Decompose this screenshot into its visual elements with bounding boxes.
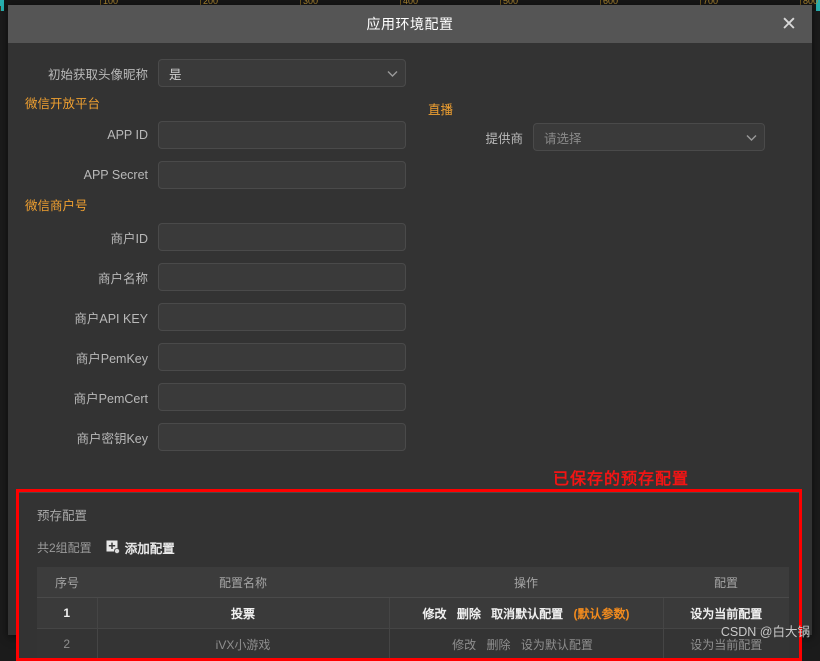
column-header-ops: 操作 [389, 567, 663, 598]
cell-operations: 修改 删除 设为默认配置 [389, 628, 664, 660]
field-label: APP Secret [83, 168, 148, 182]
form-row-avatar-nickname: 初始获取头像昵称 是 [8, 53, 428, 93]
op-delete[interactable]: 删除 [486, 638, 510, 652]
table-header-row: 序号 配置名称 操作 配置 [37, 567, 789, 598]
form-row-merchant-api-key: 商户API KEY [8, 297, 428, 337]
section-label-wechat-merchant: 微信商户号 [25, 199, 88, 213]
field-placeholder: 请选择 [544, 131, 582, 146]
preset-toolbar: 共2组配置 添加配置 [19, 524, 799, 558]
merchant-pemcert-input[interactable] [158, 383, 406, 411]
avatar-nickname-select[interactable]: 是 [158, 59, 406, 87]
field-label: 商户ID [110, 231, 148, 246]
column-header-seq: 序号 [37, 567, 97, 598]
form-row-merchant-id: 商户ID [8, 217, 428, 257]
op-delete[interactable]: 删除 [457, 607, 481, 621]
app-id-input[interactable] [158, 121, 406, 149]
table-row: 2 iVX小游戏 修改 删除 设为默认配置 设为当前配置 [37, 628, 789, 660]
provider-select[interactable]: 请选择 [533, 123, 765, 151]
merchant-secret-key-input[interactable] [158, 423, 406, 451]
merchant-name-input[interactable] [158, 263, 406, 291]
op-default-note: (默认参数) [573, 606, 630, 621]
dialog-titlebar: 应用环境配置 ✕ [8, 5, 812, 43]
form-row-merchant-pemcert: 商户PemCert [8, 377, 428, 417]
add-config-button[interactable]: 添加配置 [106, 538, 175, 557]
cell-operations: 修改 删除 取消默认配置 (默认参数) [389, 597, 664, 629]
op-edit[interactable]: 修改 [422, 607, 446, 621]
op-unset-default[interactable]: 取消默认配置 [491, 607, 563, 621]
cell-name: iVX小游戏 [97, 628, 390, 660]
cell-seq: 2 [37, 628, 98, 660]
merchant-pemkey-input[interactable] [158, 343, 406, 371]
ruler-minor-tick [0, 6, 1, 11]
cell-seq: 1 [37, 597, 98, 629]
chevron-down-icon [746, 134, 757, 143]
cell-name: 投票 [97, 597, 390, 629]
dialog-title: 应用环境配置 [366, 16, 454, 32]
form-row-merchant-secret-key: 商户密钥Key [8, 417, 428, 457]
field-label: 商户密钥Key [76, 431, 148, 446]
preset-panel-title: 预存配置 [37, 509, 88, 523]
dialog-body: 初始获取头像昵称 是 微信开放平台 APP ID APP Secret 微信商户… [8, 43, 812, 661]
op-set-default[interactable]: 设为默认配置 [521, 638, 593, 652]
chevron-down-icon [387, 70, 398, 79]
field-label: 商户PemCert [73, 391, 148, 406]
form-row-app-id: APP ID [8, 115, 428, 155]
close-icon[interactable]: ✕ [776, 11, 802, 37]
annotation-saved-presets: 已保存的预存配置 [553, 471, 690, 488]
form-row-merchant-pemkey: 商户PemKey [8, 337, 428, 377]
merchant-api-key-input[interactable] [158, 303, 406, 331]
form-left-column: 初始获取头像昵称 是 微信开放平台 APP ID APP Secret 微信商户… [8, 43, 428, 457]
merchant-id-input[interactable] [158, 223, 406, 251]
field-label: 商户PemKey [75, 351, 148, 366]
column-header-name: 配置名称 [97, 567, 389, 598]
preset-count-label: 共2组配置 [37, 540, 92, 555]
op-edit[interactable]: 修改 [452, 638, 476, 652]
field-label: 提供商 [485, 131, 523, 146]
column-header-config: 配置 [663, 567, 789, 598]
form-row-app-secret: APP Secret [8, 155, 428, 195]
app-environment-config-dialog: 应用环境配置 ✕ 初始获取头像昵称 是 微信开放平台 APP ID APP Se… [8, 5, 812, 661]
form-row-provider: 提供商 请选择 [428, 123, 765, 151]
table-row: 1 投票 修改 删除 取消默认配置 (默认参数) 设为当前配置 [37, 597, 789, 629]
field-value: 是 [169, 67, 182, 82]
field-label: 初始获取头像昵称 [47, 67, 148, 82]
watermark: CSDN @白大锅 [720, 625, 810, 639]
add-config-label: 添加配置 [124, 541, 175, 556]
preset-config-panel: 预存配置 共2组配置 添加配置 序号 配置名称 操作 配置 1 投票 修改 删除… [19, 492, 799, 660]
section-label-live: 直播 [428, 103, 454, 117]
app-secret-input[interactable] [158, 161, 406, 189]
field-label: 商户API KEY [74, 311, 148, 326]
add-square-icon [106, 540, 120, 554]
field-label: 商户名称 [97, 271, 148, 286]
section-label-wechat-open-platform: 微信开放平台 [25, 97, 101, 111]
field-label: APP ID [107, 128, 148, 142]
form-row-merchant-name: 商户名称 [8, 257, 428, 297]
preset-config-table: 序号 配置名称 操作 配置 1 投票 修改 删除 取消默认配置 (默认参数) 设… [37, 567, 789, 660]
